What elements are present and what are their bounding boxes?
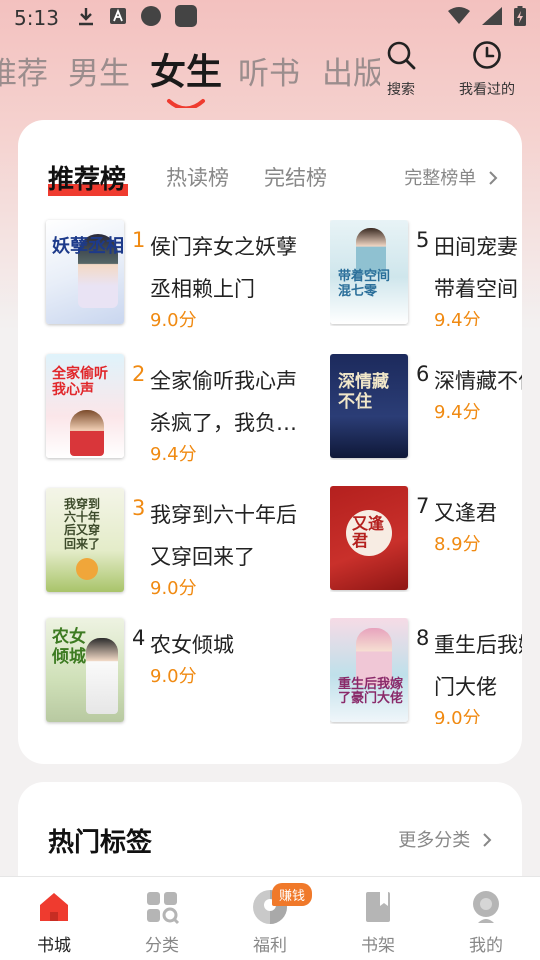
- rank-number: 6: [416, 362, 430, 386]
- app-notification-icon: [109, 6, 127, 30]
- book-item[interactable]: 带着空间混七零 5 田间宠妻 带着空间 9.4分: [330, 220, 522, 326]
- book-score: 9.0分: [150, 310, 197, 331]
- ranking-tabs: 推荐榜 热读榜 完结榜 完整榜单: [48, 162, 498, 198]
- active-tab-indicator: [167, 99, 205, 108]
- bottom-nav-welfare[interactable]: 赚钱 福利: [216, 877, 324, 960]
- book-title: 深情藏不住: [434, 369, 522, 393]
- ranking-card: 推荐榜 热读榜 完结榜 完整榜单 妖孽丞相 1 侯门弃女之妖孽 丞相赖上门 9.0…: [18, 120, 522, 764]
- tab-finished-rank[interactable]: 完结榜: [264, 162, 327, 192]
- book-title: 田间宠妻 带着空间: [434, 235, 518, 301]
- home-icon: [36, 889, 72, 925]
- tab-female[interactable]: 女生: [150, 43, 222, 95]
- book-title: 我穿到六十年后 又穿回来了: [150, 503, 297, 569]
- book-item[interactable]: 农女倾城 4 农女倾城 9.0分: [46, 618, 306, 724]
- book-score: 9.0分: [150, 666, 197, 687]
- book-cover-title: 全家偷听我心声: [52, 366, 108, 399]
- book-cover: 带着空间混七零: [330, 220, 408, 324]
- full-ranking-link[interactable]: 完整榜单: [404, 164, 498, 190]
- history-button[interactable]: 我看过的: [459, 40, 515, 99]
- rank-number: 4: [132, 626, 146, 650]
- more-categories-label: 更多分类: [398, 830, 471, 851]
- tab-audiobook[interactable]: 听书: [238, 48, 300, 93]
- book-score: 9.0分: [150, 578, 197, 599]
- rank-number: 8: [416, 626, 430, 650]
- earn-badge: 赚钱: [272, 883, 313, 906]
- book-score: 9.4分: [434, 402, 481, 423]
- book-cover-title: 又逢君: [352, 514, 385, 550]
- book-cover: 全家偷听我心声: [46, 354, 124, 458]
- hot-tags-title: 热门标签: [48, 828, 153, 858]
- search-button[interactable]: 搜索: [386, 40, 416, 99]
- bottom-nav: 书城 分类 赚钱 福利 书架 我的: [0, 876, 540, 960]
- book-cover: 深情藏不住: [330, 354, 408, 458]
- book-cover-title: 重生后我嫁了豪门大佬: [338, 677, 404, 707]
- history-label: 我看过的: [459, 82, 515, 98]
- bottom-nav-bookshelf[interactable]: 书架: [324, 877, 432, 960]
- bottom-nav-profile[interactable]: 我的: [432, 877, 540, 960]
- book-title: 全家偷听我心声 杀疯了，我负…: [150, 369, 297, 435]
- tab-recommend-rank[interactable]: 推荐榜: [48, 159, 126, 196]
- status-bar: 5:13: [0, 0, 540, 36]
- book-cover: 妖孽丞相: [46, 220, 124, 324]
- tab-male[interactable]: 男生: [68, 48, 130, 93]
- tab-recommend[interactable]: 推荐: [0, 48, 48, 93]
- book-title: 农女倾城: [150, 633, 234, 657]
- book-cover: 重生后我嫁了豪门大佬: [330, 618, 408, 722]
- category-grid-icon: [144, 889, 180, 925]
- channel-tabs: 推荐 男生 女生 听书 出版: [0, 38, 380, 108]
- book-cover-title: 我穿到六十年后又穿回来了: [64, 497, 101, 551]
- tab-hot-rank[interactable]: 热读榜: [166, 162, 229, 192]
- rank-number: 7: [416, 494, 430, 518]
- book-cover: 我穿到六十年后又穿回来了: [46, 488, 124, 592]
- book-cover: 又逢君: [330, 486, 408, 590]
- search-icon: [386, 40, 416, 74]
- clock-icon: [472, 40, 502, 74]
- bottom-nav-bookstore[interactable]: 书城: [0, 877, 108, 960]
- bottom-nav-label: 我的: [469, 936, 503, 956]
- status-time: 5:13: [14, 6, 59, 30]
- book-title: 重生后我嫁门大佬: [434, 633, 522, 699]
- book-title: 侯门弃女之妖孽 丞相赖上门: [150, 235, 297, 301]
- circle-notification-icon: [140, 5, 161, 31]
- bottom-nav-label: 书架: [361, 936, 395, 956]
- rank-number: 1: [132, 228, 146, 252]
- more-categories-link[interactable]: 更多分类: [398, 826, 492, 852]
- download-icon: [77, 6, 95, 31]
- rank-number: 2: [132, 362, 146, 386]
- search-label: 搜索: [387, 82, 415, 98]
- chevron-right-icon: [482, 168, 498, 189]
- full-ranking-label: 完整榜单: [404, 168, 477, 189]
- book-item[interactable]: 全家偷听我心声 2 全家偷听我心声 杀疯了，我负… 9.4分: [46, 354, 306, 465]
- book-cover-title: 深情藏不住: [338, 372, 389, 413]
- book-cover-title: 妖孽丞相: [52, 236, 124, 257]
- book-score: 9.4分: [150, 444, 197, 465]
- bottom-nav-label: 福利: [253, 936, 287, 956]
- tab-publish[interactable]: 出版: [322, 48, 380, 93]
- book-score: 9.4分: [434, 310, 481, 326]
- book-item[interactable]: 妖孽丞相 1 侯门弃女之妖孽 丞相赖上门 9.0分: [46, 220, 306, 331]
- book-item[interactable]: 我穿到六十年后又穿回来了 3 我穿到六十年后 又穿回来了 9.0分: [46, 488, 306, 599]
- signal-icon: [482, 6, 502, 30]
- book-cover-title: 农女倾城: [52, 627, 86, 667]
- bottom-nav-category[interactable]: 分类: [108, 877, 216, 960]
- book-item[interactable]: 重生后我嫁了豪门大佬 8 重生后我嫁门大佬 9.0分: [330, 618, 522, 724]
- profile-icon: [468, 889, 504, 925]
- book-icon: [360, 889, 396, 925]
- square-notification-icon: [174, 4, 197, 32]
- book-title: 又逢君: [434, 501, 497, 525]
- battery-icon: [514, 5, 526, 31]
- chevron-right-icon: [476, 830, 492, 851]
- bottom-nav-label: 书城: [37, 936, 71, 956]
- book-score: 9.0分: [434, 708, 481, 724]
- book-item[interactable]: 又逢君 7 又逢君 8.9分: [330, 486, 522, 592]
- book-cover: 农女倾城: [46, 618, 124, 722]
- book-score: 8.9分: [434, 534, 481, 555]
- bottom-nav-label: 分类: [145, 936, 179, 956]
- rank-number: 3: [132, 496, 146, 520]
- wifi-icon: [448, 6, 470, 30]
- book-item[interactable]: 深情藏不住 6 深情藏不住 9.4分: [330, 354, 522, 460]
- rank-number: 5: [416, 228, 430, 252]
- book-cover-title: 带着空间混七零: [338, 269, 391, 299]
